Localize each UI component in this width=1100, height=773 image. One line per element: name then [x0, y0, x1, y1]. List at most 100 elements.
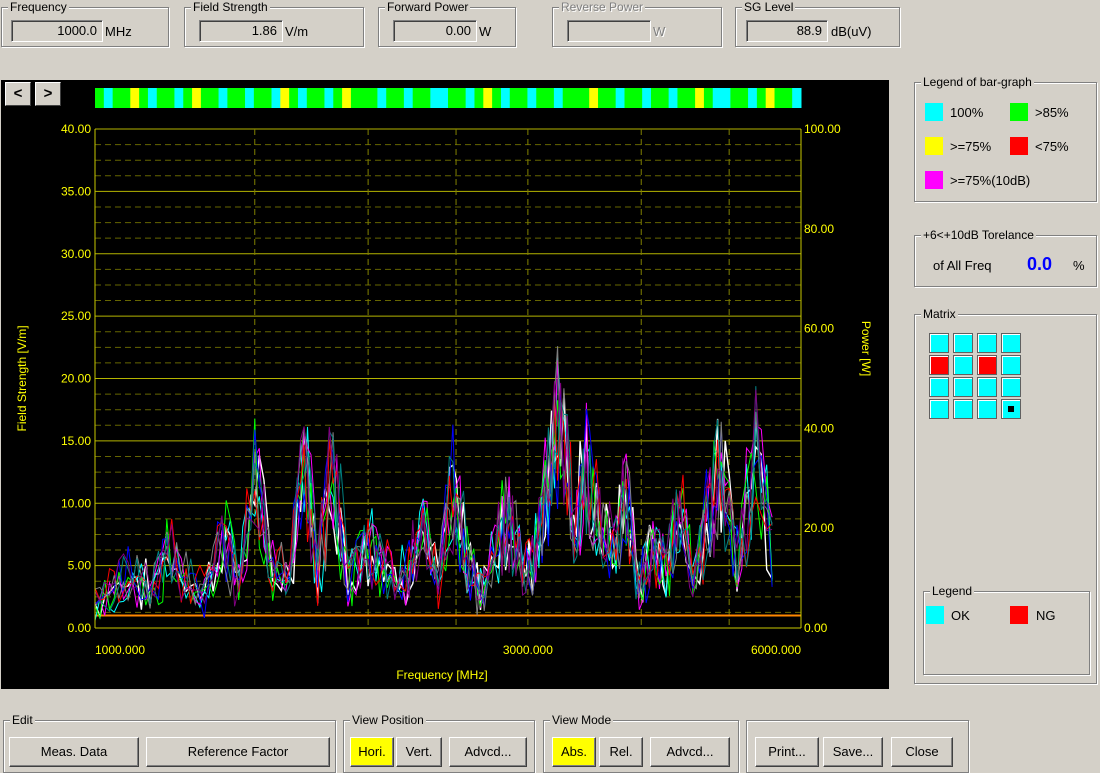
bar-graph-cell	[703, 88, 714, 108]
matrix-cell[interactable]	[953, 333, 973, 353]
matrix-cell[interactable]	[953, 377, 973, 397]
x-axis-label: Frequency [MHz]	[396, 668, 487, 682]
legend-label-85: >85%	[1035, 105, 1069, 120]
bar-graph-cell	[280, 88, 290, 108]
view-position-advcd-button[interactable]: Advcd...	[449, 737, 527, 767]
bar-graph-cell	[112, 88, 122, 108]
rel-button[interactable]: Rel.	[599, 737, 643, 767]
view-mode-advcd-button[interactable]: Advcd...	[650, 737, 730, 767]
legend-label-10db: >=75%(10dB)	[950, 173, 1031, 188]
print-button[interactable]: Print...	[755, 737, 819, 767]
bar-graph-cell	[712, 88, 723, 108]
meas-data-button[interactable]: Meas. Data	[9, 737, 139, 767]
matrix-cell[interactable]	[977, 377, 997, 397]
bar-graph-cell	[783, 88, 793, 108]
view-position-group: View Position Hori. Vert. Advcd...	[343, 713, 535, 773]
trace-line	[94, 400, 773, 620]
bar-graph-cell	[342, 88, 352, 108]
bar-graph-cell	[324, 88, 334, 108]
matrix-cell[interactable]	[929, 377, 949, 397]
matrix-cell[interactable]	[929, 333, 949, 353]
bar-graph-cell	[474, 88, 484, 108]
matrix-cell[interactable]	[953, 355, 973, 375]
bar-graph-cell	[721, 88, 731, 108]
vert-button[interactable]: Vert.	[396, 737, 442, 767]
matrix-cell[interactable]	[953, 399, 973, 419]
tolerance-label: of All Freq	[933, 258, 992, 273]
sg-level-title: SG Level	[742, 0, 796, 14]
bar-graph-cell	[200, 88, 211, 108]
forward-power-group: Forward Power 0.00 W	[378, 0, 516, 47]
field-strength-unit: V/m	[285, 24, 309, 39]
legend-swatch-10db	[925, 171, 943, 189]
y-axis-label-right: Power [W]	[859, 321, 873, 376]
bar-graph-cell	[139, 88, 149, 108]
bar-graph-cell	[359, 88, 370, 108]
save-button[interactable]: Save...	[823, 737, 883, 767]
bar-graph-cell	[103, 88, 114, 108]
edit-group: Edit Meas. Data Reference Factor	[3, 713, 336, 773]
bar-graph-cell	[536, 88, 546, 108]
reverse-power-unit: W	[653, 24, 666, 39]
bar-graph-cell	[686, 88, 696, 108]
y-tick-label: 0.00	[68, 621, 92, 635]
current-position-marker	[1008, 406, 1014, 412]
matrix-cell[interactable]	[977, 333, 997, 353]
y-tick-label: 10.00	[61, 496, 91, 510]
bar-graph-cell	[439, 88, 449, 108]
x-tick-label: 6000.000	[751, 643, 801, 657]
reverse-power-group: Reverse Power W	[552, 0, 722, 47]
bar-graph-cell	[156, 88, 167, 108]
y-tick-label: 30.00	[61, 247, 91, 261]
matrix-cell[interactable]	[929, 399, 949, 419]
close-button[interactable]: Close	[891, 737, 953, 767]
bar-graph-cell	[668, 88, 678, 108]
bar-graph-cell	[756, 88, 767, 108]
bar-graph-cell	[492, 88, 502, 108]
bar-graph-cell	[606, 88, 617, 108]
bar-graph-cell	[580, 88, 590, 108]
matrix-cell[interactable]	[1001, 377, 1021, 397]
matrix-cell[interactable]	[1001, 355, 1021, 375]
reverse-power-value	[567, 20, 651, 42]
matrix-cell[interactable]	[1001, 333, 1021, 353]
matrix-cell[interactable]	[929, 355, 949, 375]
bar-graph-cell	[571, 88, 581, 108]
tolerance-title: +6<+10dB Torelance	[921, 228, 1036, 242]
bar-graph-cell	[765, 88, 776, 108]
bar-graph-cell	[192, 88, 202, 108]
reference-factor-button[interactable]: Reference Factor	[146, 737, 330, 767]
bar-graph-cell	[289, 88, 299, 108]
bar-graph-cell	[315, 88, 325, 108]
bar-graph-cell	[183, 88, 193, 108]
bar-graph-cell	[421, 88, 431, 108]
bar-graph-cell	[368, 88, 378, 108]
y2-tick-label: 60.00	[804, 322, 834, 336]
frequency-group: Frequency 1000.0 MHz	[1, 0, 169, 47]
edit-title: Edit	[10, 713, 35, 727]
legend-bar-graph-group: Legend of bar-graph 100% >85% >=75% <75%…	[914, 75, 1097, 202]
frequency-value: 1000.0	[11, 20, 103, 42]
legend-bar-graph-title: Legend of bar-graph	[921, 75, 1034, 89]
matrix-title: Matrix	[921, 307, 958, 321]
legend-swatch-85	[1010, 103, 1028, 121]
hori-button[interactable]: Hori.	[350, 737, 394, 767]
bar-graph-cell	[695, 88, 705, 108]
y2-tick-label: 40.00	[804, 421, 834, 435]
matrix-cell[interactable]	[1001, 399, 1021, 419]
field-strength-value: 1.86	[199, 20, 283, 42]
x-tick-label: 3000.000	[503, 643, 553, 657]
matrix-cell[interactable]	[977, 399, 997, 419]
y-tick-label: 15.00	[61, 434, 91, 448]
matrix-cell[interactable]	[977, 355, 997, 375]
abs-button[interactable]: Abs.	[552, 737, 596, 767]
y-tick-label: 25.00	[61, 309, 91, 323]
bar-graph-cell	[739, 88, 749, 108]
y-tick-label: 35.00	[61, 184, 91, 198]
bar-graph-cell	[483, 88, 493, 108]
legend-swatch-100	[925, 103, 943, 121]
forward-power-value: 0.00	[393, 20, 477, 42]
sg-level-group: SG Level 88.9 dB(uV)	[735, 0, 900, 47]
y-tick-label: 20.00	[61, 372, 91, 386]
bar-graph-cell	[730, 88, 740, 108]
